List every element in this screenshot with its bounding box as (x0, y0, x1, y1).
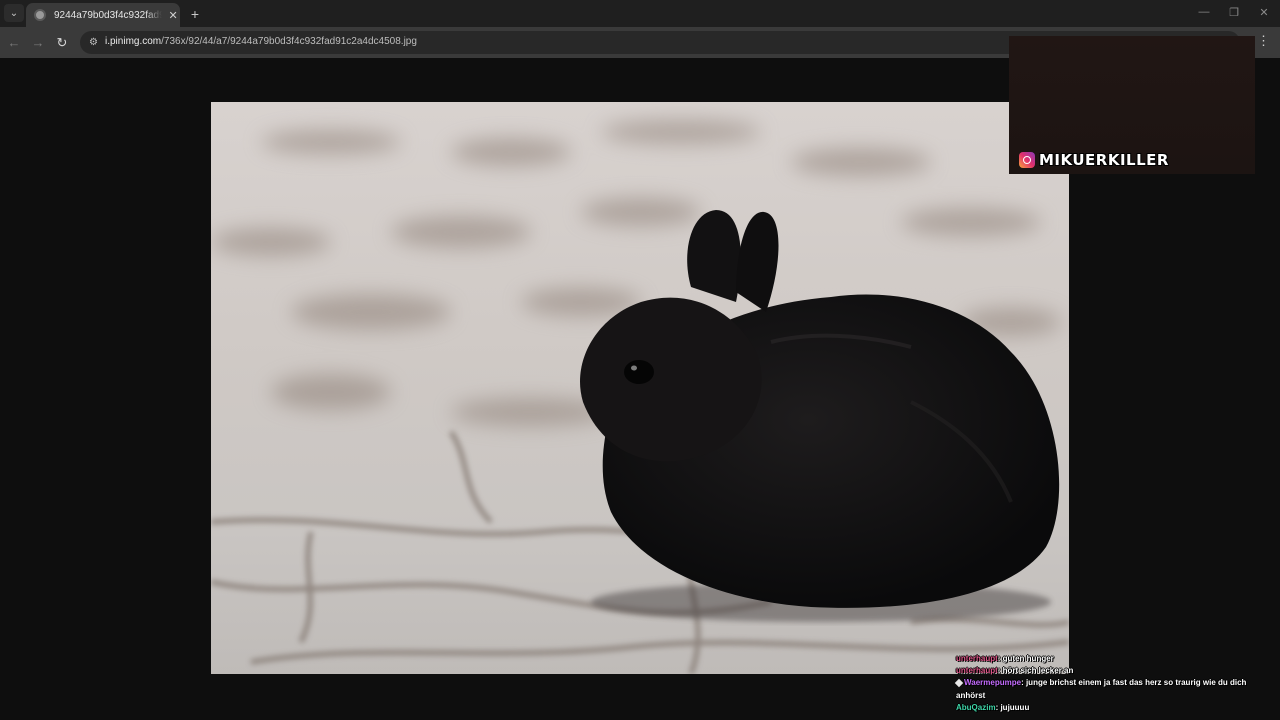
site-info-icon[interactable]: ⚙ (87, 36, 100, 49)
back-button[interactable]: ← (5, 34, 23, 52)
url-path: /736x/92/44/a7/9244a79b0d3f4c932fad91c2a… (161, 36, 417, 47)
browser-tab[interactable]: 9244a79b0d3f4c932fad91c2a4dc4508.jpg ✕ (26, 3, 180, 27)
chat-overlay: unterhaupt: guten hunger unterhaupt: hör… (954, 653, 1272, 714)
instagram-icon (1019, 152, 1035, 168)
tab-strip: ⌄ 9244a79b0d3f4c932fad91c2a4dc4508.jpg ✕… (0, 0, 1280, 27)
chat-text: hört sich lecker an (1002, 666, 1074, 676)
chat-message: Waermepumpe: junge brichst einem ja fast… (954, 677, 1272, 701)
chat-username: unterhaupt (956, 666, 998, 676)
bunny-photo-art (211, 102, 1069, 674)
chat-text: guten hunger (1002, 654, 1054, 663)
browser-menu-icon[interactable]: ⋮ (1257, 33, 1270, 49)
instagram-handle: MIKUERKILLER (1039, 151, 1169, 169)
webcam-overlay: MIKUERKILLER (1009, 36, 1255, 174)
chat-username: unterhaupt (956, 654, 998, 663)
forward-button[interactable]: → (29, 34, 47, 52)
chat-username: AbuQazim (956, 702, 996, 712)
url-text[interactable]: i.pinimg.com/736x/92/44/a7/9244a79b0d3f4… (105, 36, 417, 47)
tab-title: 9244a79b0d3f4c932fad91c2a4dc4508.jpg (54, 9, 163, 21)
close-window-button[interactable]: ✕ (1254, 6, 1274, 19)
url-host: i.pinimg.com (105, 36, 162, 47)
tab-search-button[interactable]: ⌄ (4, 4, 24, 22)
chat-message: unterhaupt: hört sich lecker an (956, 665, 1272, 677)
restore-button[interactable]: ❐ (1224, 6, 1244, 19)
instagram-label: MIKUERKILLER (1019, 151, 1169, 169)
new-tab-button[interactable]: + (186, 5, 204, 23)
chat-username: Waermepumpe (964, 678, 1022, 688)
pencil-badge-icon (954, 679, 964, 688)
tab-close-icon[interactable]: ✕ (166, 9, 180, 22)
chat-text: jujuuuu (1000, 702, 1030, 712)
minimize-button[interactable]: — (1194, 6, 1214, 18)
reload-button[interactable]: ↻ (53, 34, 71, 52)
chat-message: unterhaupt: guten hunger (956, 653, 1272, 665)
bunny-photo[interactable] (211, 102, 1069, 674)
chat-message: AbuQazim: jujuuuu (956, 702, 1272, 714)
globe-icon (34, 9, 46, 21)
